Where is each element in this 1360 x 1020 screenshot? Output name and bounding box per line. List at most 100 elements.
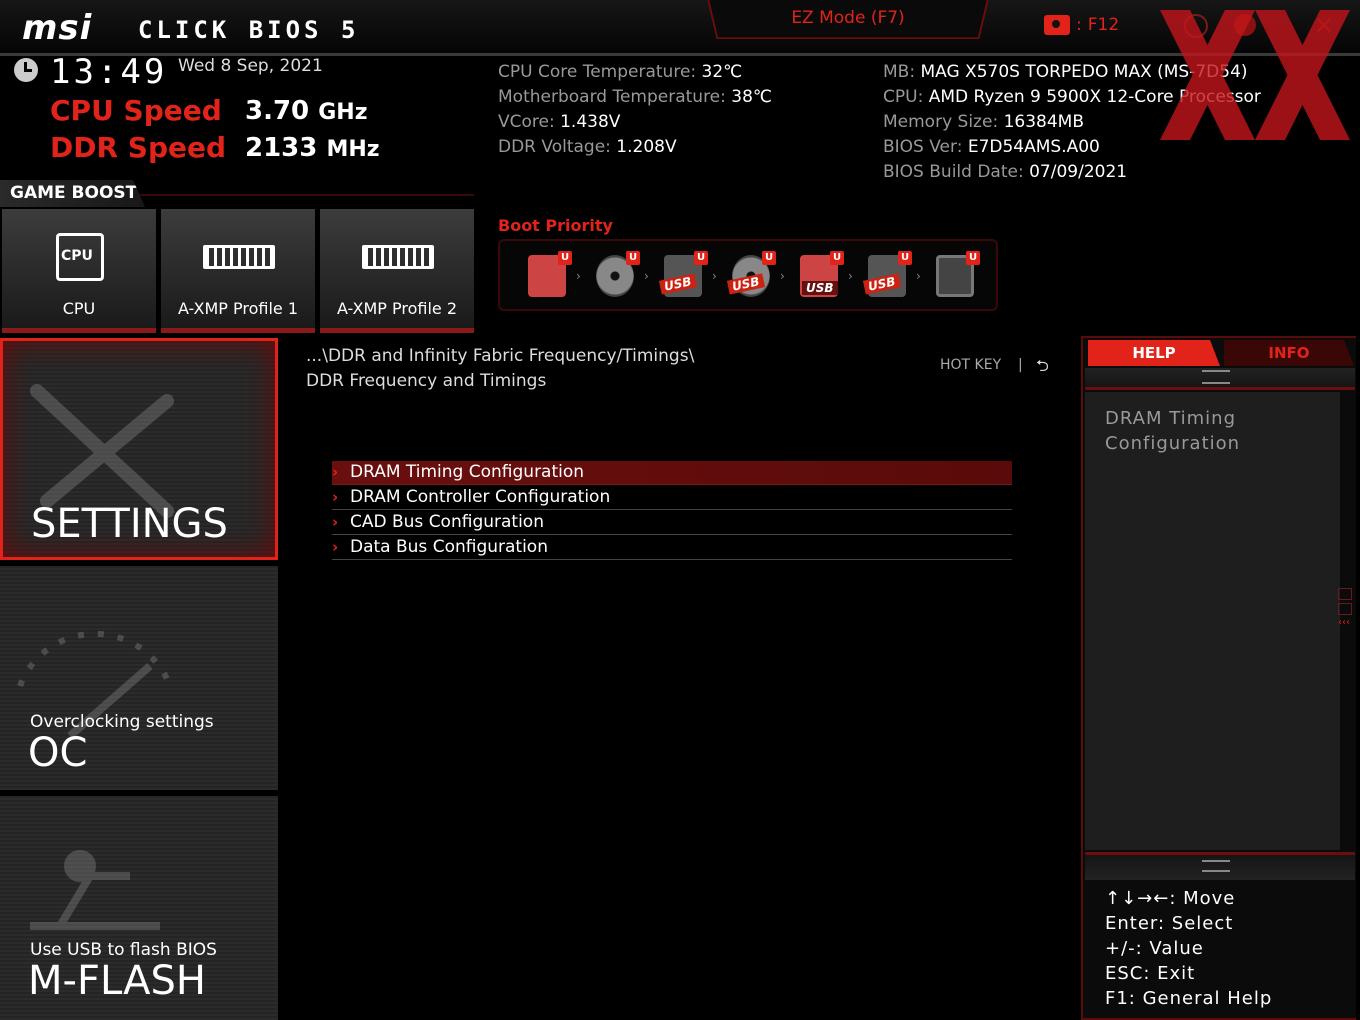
sidebar-settings-label: SETTINGS [31,501,228,547]
arrow-icon: › [576,269,581,283]
boot-device-usb-floppy[interactable]: USB U [862,251,912,301]
chevron-right-icon: › [332,488,339,506]
cpu-speed-value: 3.70 GHz [245,96,368,126]
menu-item-label: DRAM Controller Configuration [350,487,611,507]
breadcrumb-path: ...\DDR and Infinity Fabric Frequency/Ti… [306,346,695,366]
game-boost-axmp1[interactable]: A-XMP Profile 1 [161,209,315,333]
sensor-info: CPU Core Temperature: 32℃ Motherboard Te… [498,60,772,160]
menu-item-label: DRAM Timing Configuration [350,462,585,482]
cpu-icon [56,233,104,281]
sidebar-oc-label: OC [28,730,88,776]
back-icon[interactable]: ⮌ [1036,355,1049,382]
camera-icon [1044,15,1070,35]
cpu-speed-label: CPU Speed [50,94,222,127]
vcore-row: VCore: 1.438V [498,112,621,132]
uefi-badge: U [830,251,844,265]
tools-icon [30,384,174,518]
sidebar-oc-sub: Overclocking settings [30,712,214,732]
arrow-icon: › [780,269,785,283]
page-title: DDR Frequency and Timings [306,371,547,391]
ez-mode-button[interactable]: EZ Mode (F7) [712,8,984,28]
help-content [1085,392,1340,850]
ddr-voltage-row: DDR Voltage: 1.208V [498,137,677,157]
scroll-up-icon[interactable] [1202,370,1230,384]
game-boost-label: GAME BOOST [0,180,145,207]
bios-date-row: BIOS Build Date: 07/09/2021 [883,162,1128,182]
key-help-select: Enter: Select [1105,913,1234,934]
uefi-badge: U [762,251,776,265]
cpu-temp-row: CPU Core Temperature: 32℃ [498,62,743,82]
usb-tag: USB [802,281,838,295]
key-help-move: ↑↓→←: Move [1105,888,1236,909]
sidebar-oc[interactable]: Overclocking settings OC [0,566,278,790]
bios-name: CLICK BIOS 5 [138,16,360,44]
bios-ver-value: E7D54AMS.A00 [967,137,1100,157]
help-text: DRAM Timing Configuration [1105,408,1241,454]
watermark-logo [1160,10,1350,140]
arrow-icon: › [848,269,853,283]
arrow-icon: › [644,269,649,283]
ddr-speed-unit: MHz [326,137,380,162]
cpu-temp-value: 32℃ [701,62,743,82]
clock-date: Wed 8 Sep, 2021 [178,56,323,76]
boot-device-usb-key[interactable]: USB U [796,251,844,301]
boot-device-usb-hdd[interactable]: USB U [658,251,708,301]
boot-device-network[interactable]: U [932,251,980,301]
boot-device-usb-cd[interactable]: USB U [726,251,776,301]
arrow-icon: › [712,269,717,283]
cpu-speed-number: 3.70 [245,96,310,126]
ddr-voltage-value: 1.208V [616,137,677,157]
boot-device-hdd[interactable]: U [524,251,572,301]
chevron-right-icon: › [332,463,339,481]
panel-collapse-handle[interactable]: ‹‹‹ [1338,588,1354,642]
key-help-general: F1: General Help [1105,988,1273,1009]
clock-icon [14,58,38,82]
screenshot-key: : [1076,15,1082,35]
msi-logo: msi [22,8,93,48]
menu-item-dram-controller[interactable]: › DRAM Controller Configuration [332,486,1012,510]
collapse-arrows-icon: ‹‹‹ [1338,617,1350,628]
uefi-badge: U [558,251,572,265]
menu-item-cad-bus[interactable]: › CAD Bus Configuration [332,511,1012,535]
game-boost-axmp2-label: A-XMP Profile 2 [336,299,458,318]
arrow-icon: › [916,269,921,283]
menu-item-data-bus[interactable]: › Data Bus Configuration [332,536,1012,560]
tab-help[interactable]: HELP [1088,340,1220,366]
hotkey-separator: | [1018,357,1023,373]
scroll-down-icon[interactable] [1202,860,1230,872]
hotkey-button[interactable]: HOT KEY [940,357,1001,373]
mem-value: 16384MB [1003,112,1084,132]
uefi-badge: U [694,251,708,265]
memory-icon [362,245,434,269]
uefi-badge: U [966,251,980,265]
game-boost-cpu-label: CPU [62,299,96,318]
clock-time: 13:49 [50,52,168,92]
game-boost-axmp2[interactable]: A-XMP Profile 2 [320,209,474,333]
sidebar-mflash-sub: Use USB to flash BIOS [30,940,217,960]
ddr-speed-value: 2133 MHz [245,133,380,163]
screenshot-button[interactable]: : F12 [1044,12,1119,38]
chevron-right-icon: › [332,513,339,531]
ddr-speed-label: DDR Speed [50,131,227,164]
tab-info[interactable]: INFO [1224,340,1354,366]
key-help-value: +/-: Value [1105,938,1204,959]
uefi-badge: U [898,251,912,265]
sidebar-mflash[interactable]: Use USB to flash BIOS M-FLASH [0,796,278,1020]
vcore-value: 1.438V [560,112,621,132]
menu-item-label: Data Bus Configuration [350,537,548,557]
boot-priority-title: Boot Priority [498,216,613,235]
memory-icon [203,245,275,269]
boot-priority-bar: U › U › USB U › USB U › USB U › USB U › … [498,239,998,311]
sidebar-mflash-label: M-FLASH [28,958,206,1004]
uefi-badge: U [626,251,640,265]
key-help: ↑↓→←: Move Enter: Select +/-: Value ESC:… [1105,886,1272,1011]
menu-item-dram-timing[interactable]: › DRAM Timing Configuration [332,461,1012,485]
mb-temp-row: Motherboard Temperature: 38℃ [498,87,773,107]
chevron-right-icon: › [332,538,339,556]
bios-date-value: 07/09/2021 [1029,162,1128,182]
sidebar-settings[interactable]: SETTINGS [0,338,278,560]
game-boost-axmp1-label: A-XMP Profile 1 [177,299,299,318]
boot-device-optical[interactable]: U [592,251,640,301]
key-help-exit: ESC: Exit [1105,963,1196,984]
game-boost-cpu[interactable]: CPU [2,209,156,333]
